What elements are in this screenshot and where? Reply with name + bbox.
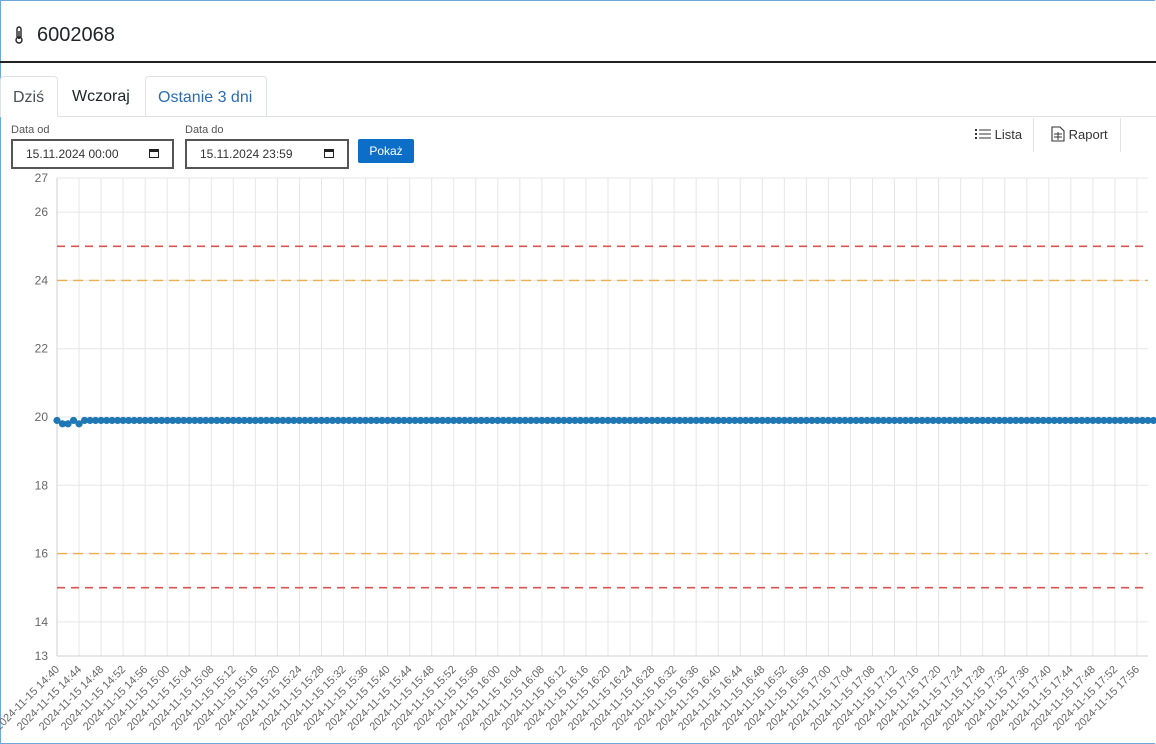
- y-tick-label: 13: [35, 649, 49, 663]
- date-from-input[interactable]: 15.11.2024 00:00: [11, 139, 174, 169]
- thermometer-icon: [15, 26, 23, 44]
- date-from-label: Data od: [11, 124, 50, 136]
- y-tick-label: 27: [35, 171, 49, 185]
- y-tick-label: 20: [35, 410, 49, 424]
- date-to-value: 15.11.2024 23:59: [200, 147, 293, 161]
- period-tabs: Dziś Wczoraj Ostanie 3 dni: [0, 76, 1156, 117]
- y-tick-label: 18: [35, 478, 49, 492]
- tab-today[interactable]: Dziś: [0, 76, 58, 117]
- tab-yesterday[interactable]: Wczoraj: [60, 76, 142, 116]
- date-to-input[interactable]: 15.11.2024 23:59: [185, 139, 349, 169]
- toolbar-divider: [1033, 118, 1034, 152]
- title-bar: 6002068: [0, 0, 1156, 63]
- date-from-value: 15.11.2024 00:00: [26, 147, 119, 161]
- date-to-label: Data do: [185, 124, 224, 136]
- data-point: [1149, 416, 1156, 425]
- y-tick-label: 14: [35, 615, 49, 629]
- page-title: 6002068: [37, 24, 115, 46]
- toolbar-divider: [1120, 118, 1121, 152]
- temperature-chart: 1314161820222426272024-11-15 14:402024-1…: [0, 171, 1156, 733]
- calendar-icon[interactable]: [149, 148, 159, 158]
- y-tick-label: 24: [35, 273, 49, 287]
- list-label: Lista: [994, 127, 1023, 142]
- calendar-icon[interactable]: [324, 148, 334, 158]
- report-button[interactable]: Raport: [1051, 118, 1108, 152]
- spreadsheet-icon: [1051, 126, 1065, 142]
- y-tick-label: 26: [35, 205, 49, 219]
- tab-last-3-days[interactable]: Ostanie 3 dni: [145, 76, 267, 116]
- list-icon: [975, 129, 991, 139]
- y-tick-label: 16: [35, 547, 49, 561]
- report-label: Raport: [1068, 127, 1108, 142]
- show-button[interactable]: Pokaż: [358, 139, 414, 163]
- list-button[interactable]: Lista: [975, 118, 1022, 152]
- y-tick-label: 22: [35, 342, 49, 356]
